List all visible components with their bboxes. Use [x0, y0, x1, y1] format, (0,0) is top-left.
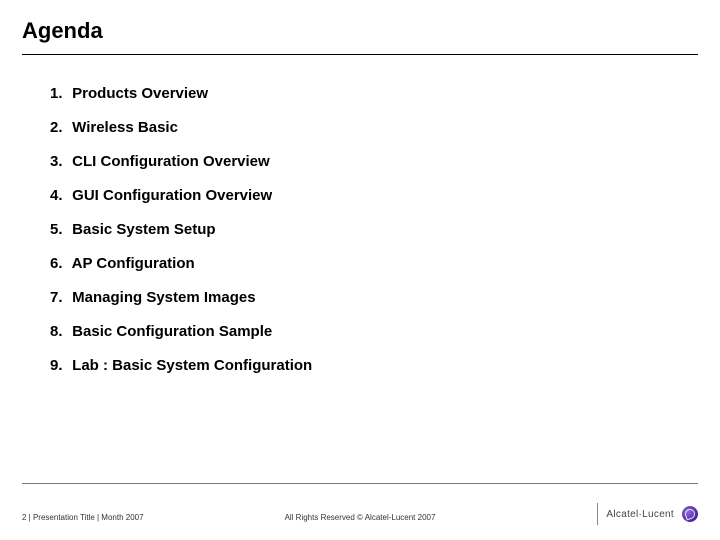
list-item-label: CLI Configuration Overview [72, 153, 270, 170]
list-item: 2. Wireless Basic [50, 119, 720, 137]
list-item-label: Basic System Setup [72, 221, 215, 238]
list-item: 9. Lab : Basic System Configuration [50, 357, 720, 375]
list-item-label: Managing System Images [72, 289, 255, 306]
agenda-list: 1. Products Overview 2. Wireless Basic 3… [50, 85, 720, 375]
list-item-label: GUI Configuration Overview [72, 187, 272, 204]
list-item-label: Products Overview [72, 85, 208, 102]
logo-icon [682, 506, 698, 522]
list-item: 8. Basic Configuration Sample [50, 323, 720, 341]
logo-divider [597, 503, 598, 525]
list-item: 6. AP Configuration [50, 255, 720, 273]
list-item: 4. GUI Configuration Overview [50, 187, 720, 205]
list-item: 5. Basic System Setup [50, 221, 720, 239]
footer-divider [22, 483, 698, 484]
logo-text: Alcatel·Lucent [606, 509, 674, 520]
title-divider [22, 54, 698, 55]
slide: Agenda 1. Products Overview 2. Wireless … [0, 0, 720, 540]
footer-logo: Alcatel·Lucent [597, 503, 698, 525]
list-item-label: AP Configuration [72, 255, 195, 272]
slide-title: Agenda [0, 0, 720, 44]
list-item: 1. Products Overview [50, 85, 720, 103]
list-item-label: Basic Configuration Sample [72, 323, 272, 340]
list-item-label: Lab : Basic System Configuration [72, 357, 312, 374]
list-item: 7. Managing System Images [50, 289, 720, 307]
list-item-label: Wireless Basic [72, 119, 178, 136]
footer: 2 | Presentation Title | Month 2007 All … [0, 502, 720, 522]
list-item: 3. CLI Configuration Overview [50, 153, 720, 171]
